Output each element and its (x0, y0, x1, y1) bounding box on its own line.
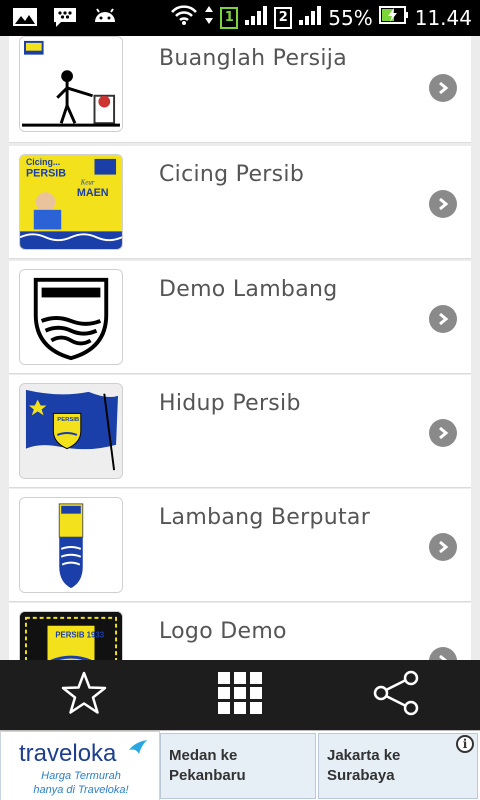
traveloka-ad-logo[interactable]: traveloka Harga Termurah hanya di Travel… (0, 731, 160, 800)
thumbnail-hidup-persib: PERSIB (19, 383, 123, 479)
list-item[interactable]: Lambang Berputar (9, 489, 471, 602)
list-item[interactable]: Cicing... PERSIB Keur MAEN Cicing Persib (9, 146, 471, 259)
cicing-persib-text: PERSIB (26, 168, 66, 180)
ad-tagline-2: hanya di Traveloka! (33, 784, 129, 796)
chevron-right-icon[interactable] (429, 647, 457, 660)
ad-route-jakarta-surabaya[interactable]: Jakarta ke Surabaya (318, 733, 478, 799)
wifi-icon (170, 4, 198, 31)
chevron-right-icon[interactable] (429, 419, 457, 447)
list-item[interactable]: Buanglah Persija (9, 36, 471, 143)
sim2-indicator: 2 (274, 6, 293, 29)
item-title: Hidup Persib (159, 391, 301, 416)
bbm-notification-icon (52, 6, 78, 32)
soundboard-list[interactable]: Buanglah Persija Cicing... PERSIB Keur M… (0, 36, 480, 660)
grid-menu-button[interactable] (160, 660, 320, 730)
battery-charging-icon (378, 4, 409, 31)
chevron-right-icon[interactable] (429, 190, 457, 218)
clock: 11.44 (414, 5, 472, 30)
share-icon (371, 670, 421, 720)
favorites-button[interactable] (4, 660, 164, 730)
ad-info-icon[interactable]: i (456, 735, 474, 753)
share-button[interactable] (316, 660, 476, 730)
ad-brand: traveloka (19, 740, 117, 767)
ad-route-medan-pekanbaru[interactable]: Medan ke Pekanbaru (160, 733, 316, 799)
grid-icon (216, 670, 264, 720)
thumbnail-demo-lambang (19, 269, 123, 365)
signal-sim1-icon (244, 4, 268, 31)
cicing-maen-text: MAEN (77, 187, 109, 199)
thumbnail-cicing-persib: Cicing... PERSIB Keur MAEN (19, 154, 123, 250)
cicing-keur-text: Keur (80, 179, 95, 186)
list-item[interactable]: PERSIB Hidup Persib (9, 375, 471, 488)
persib-1933-text: PERSIB 1933 (55, 630, 104, 639)
cicing-top-text: Cicing... (26, 157, 60, 167)
gallery-notification-icon (12, 6, 38, 32)
sim1-indicator: 1 (220, 6, 239, 29)
android-notification-icon (92, 6, 118, 32)
route-line: Jakarta ke (327, 747, 401, 764)
thumbnail-logo-demo: PERSIB 1933 (19, 611, 123, 660)
thumbnail-lambang-berputar (19, 497, 123, 593)
persib-small-text: PERSIB (57, 417, 79, 423)
route-line: Pekanbaru (169, 767, 246, 784)
star-icon (60, 670, 108, 720)
list-item[interactable]: Demo Lambang (9, 261, 471, 374)
route-line: Medan ke (169, 747, 238, 764)
ad-banner[interactable]: traveloka Harga Termurah hanya di Travel… (0, 730, 480, 800)
signal-sim2-icon (298, 4, 322, 31)
item-title: Cicing Persib (159, 162, 305, 187)
item-title: Logo Demo (159, 619, 287, 644)
ad-tagline-1: Harga Termurah (41, 770, 121, 782)
list-item[interactable]: PERSIB 1933 Logo Demo (9, 603, 471, 660)
status-bar: 1 2 55% 11.44 (0, 0, 480, 36)
thumbnail-buanglah-persija (19, 36, 123, 132)
item-title: Lambang Berputar (159, 505, 371, 530)
item-title: Demo Lambang (159, 277, 338, 302)
item-title: Buanglah Persija (159, 46, 347, 71)
chevron-right-icon[interactable] (429, 533, 457, 561)
bird-logo-icon (127, 738, 149, 760)
route-line: Surabaya (327, 767, 395, 784)
battery-percent: 55% (328, 5, 373, 30)
chevron-right-icon[interactable] (429, 305, 457, 333)
chevron-right-icon[interactable] (429, 74, 457, 102)
data-arrows-icon (204, 4, 214, 31)
bottom-nav (0, 660, 480, 730)
